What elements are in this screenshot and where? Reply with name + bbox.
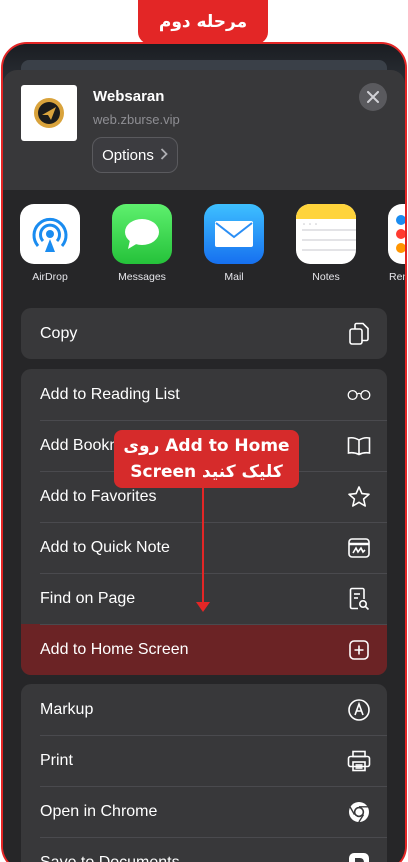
app-reminders[interactable]: Rem xyxy=(387,204,405,283)
callout-line-2: Screen کلیک کنید xyxy=(130,462,283,482)
app-label: Messages xyxy=(118,271,166,283)
app-mail[interactable]: Mail xyxy=(203,204,265,283)
copy-icon xyxy=(347,322,371,346)
action-add-to-home-screen[interactable]: Add to Home Screen xyxy=(21,624,387,675)
action-label: Find on Page xyxy=(40,589,136,607)
callout-arrow xyxy=(202,488,204,606)
options-label: Options xyxy=(102,146,154,164)
app-label: Rem xyxy=(389,271,405,283)
options-button[interactable]: Options xyxy=(92,137,178,173)
add-square-icon xyxy=(347,638,371,662)
book-icon xyxy=(347,434,371,458)
action-group-main: Add to Reading List Add Bookmark Add to … xyxy=(21,369,387,675)
action-add-to-quick-note[interactable]: Add to Quick Note xyxy=(21,522,387,573)
instruction-callout: روی Add to Home Screen کلیک کنید xyxy=(114,430,299,488)
app-notes[interactable]: Notes xyxy=(295,204,357,283)
action-group-more: Markup Print Open in Chrome Save to Docu… xyxy=(21,684,387,862)
app-messages[interactable]: Messages xyxy=(111,204,173,283)
app-airdrop[interactable]: AirDrop xyxy=(19,204,81,283)
action-find-on-page[interactable]: Find on Page xyxy=(21,573,387,624)
action-label: Add to Home Screen xyxy=(40,640,189,658)
app-label: Notes xyxy=(312,271,340,283)
find-icon xyxy=(347,587,371,611)
action-print[interactable]: Print xyxy=(21,735,387,786)
markup-icon xyxy=(347,698,371,722)
close-icon xyxy=(367,91,379,103)
step-label: مرحله دوم xyxy=(138,0,268,44)
site-title: Websaran xyxy=(93,88,165,105)
apps-row: AirDrop Messages Mail Notes Re xyxy=(3,204,405,294)
action-label: Print xyxy=(40,751,73,769)
reminders-icon xyxy=(388,204,405,264)
action-save-to-documents[interactable]: Save to Documents xyxy=(21,837,387,862)
share-header: Websaran web.zburse.vip Options xyxy=(3,70,405,190)
site-logo xyxy=(21,85,77,141)
action-label: Save to Documents xyxy=(40,853,180,862)
action-label: Add to Reading List xyxy=(40,385,180,403)
app-label: AirDrop xyxy=(32,271,68,283)
app-label: Mail xyxy=(224,271,244,283)
action-add-to-reading-list[interactable]: Add to Reading List xyxy=(21,369,387,420)
action-label: Open in Chrome xyxy=(40,802,158,820)
action-markup[interactable]: Markup xyxy=(21,684,387,735)
airdrop-icon xyxy=(20,204,80,264)
arrow-down-icon xyxy=(196,602,210,612)
print-icon xyxy=(347,749,371,773)
close-button[interactable] xyxy=(359,83,387,111)
mail-icon xyxy=(204,204,264,264)
action-label: Add to Quick Note xyxy=(40,538,170,556)
callout-line-1: روی Add to Home xyxy=(123,436,290,456)
action-label: Markup xyxy=(40,700,94,718)
star-icon xyxy=(347,485,371,509)
documents-icon xyxy=(347,851,371,862)
notes-icon xyxy=(296,204,356,264)
site-url: web.zburse.vip xyxy=(93,112,180,127)
chrome-icon xyxy=(347,800,371,824)
quick-note-icon xyxy=(347,536,371,560)
chevron-right-icon xyxy=(160,147,168,164)
action-label: Add to Favorites xyxy=(40,487,157,505)
messages-icon xyxy=(112,204,172,264)
action-copy[interactable]: Copy xyxy=(21,308,387,359)
glasses-icon xyxy=(347,383,371,407)
action-label: Copy xyxy=(40,324,78,342)
action-group-copy: Copy xyxy=(21,308,387,359)
action-open-in-chrome[interactable]: Open in Chrome xyxy=(21,786,387,837)
